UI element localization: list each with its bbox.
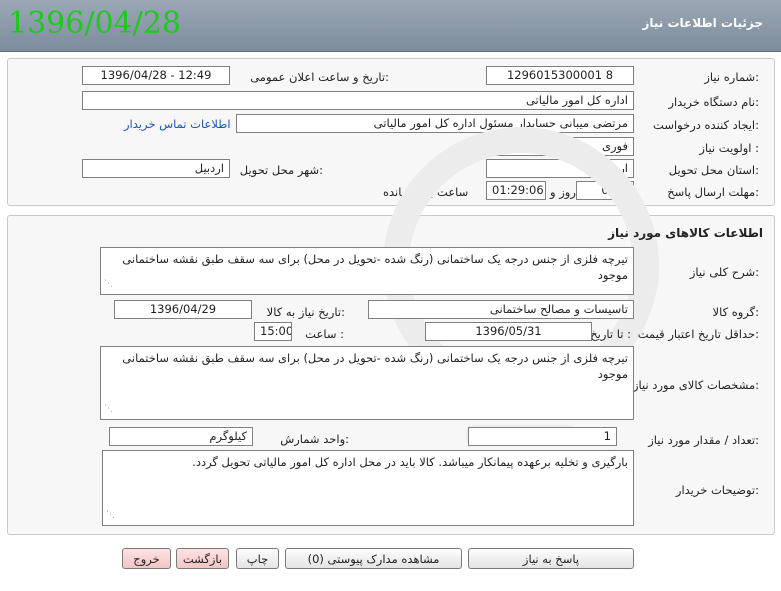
province-label: استان محل تحویل:	[668, 163, 759, 177]
specs-label: مشخصات کالای مورد نیاز:	[632, 378, 759, 392]
back-button[interactable]: بازگشت	[176, 548, 229, 569]
province-field: اردبیل	[486, 159, 634, 178]
resize-grip-icon: ⋰	[104, 279, 113, 289]
buyer-notes-text: بارگیری و تخلیه برعهده پیمانکار میباشد. …	[192, 455, 628, 469]
days-field: 0	[576, 181, 634, 200]
summary-textarea: تیرچه فلزی از جنس درجه یک ساختمانی (رنگ …	[100, 247, 634, 295]
city-label: شهر محل تحویل:	[239, 163, 323, 177]
need-date-field: 1396/04/29	[114, 300, 252, 319]
specs-text: تیرچه فلزی از جنس درجه یک ساختمانی (رنگ …	[122, 351, 628, 381]
need-number-label: شماره نیاز:	[704, 70, 759, 84]
group-label: گروه کالا:	[712, 305, 759, 319]
print-button[interactable]: چاپ	[236, 548, 279, 569]
respond-button[interactable]: پاسخ به نیاز	[468, 548, 634, 569]
announce-field: 1396/04/28 - 12:49	[82, 66, 230, 85]
attachments-button[interactable]: مشاهده مدارک پیوستی (0)	[285, 548, 462, 569]
city-field: اردبیل	[82, 159, 230, 178]
group-field: تاسیسات و مصالح ساختمانی	[368, 300, 634, 319]
specs-textarea: تیرچه فلزی از جنس درجه یک ساختمانی (رنگ …	[100, 346, 634, 420]
time-field: 15:00	[254, 322, 292, 341]
time-label: ساعت :	[305, 327, 344, 341]
buyer-org-field: اداره کل امور مالیاتی	[82, 91, 634, 110]
qty-label: تعداد / مقدار مورد نیاز:	[648, 433, 759, 447]
header-date: 1396/04/28	[8, 6, 181, 41]
buyer-org-label: نام دستگاه خریدار:	[668, 95, 759, 109]
priority-field: فوری	[486, 137, 634, 156]
buyer-contact-link[interactable]: اطلاعات تماس خریدار	[124, 117, 231, 131]
page-title: جزئیات اطلاعات نیاز	[642, 16, 763, 30]
remaining-word: ساعت باقی مانده	[383, 185, 469, 199]
need-number-field: 1296015300001 8	[486, 66, 634, 85]
deadline-label: مهلت ارسال پاسخ:	[667, 185, 759, 199]
need-date-label: تاریخ نیاز به کالا:	[266, 305, 345, 319]
qty-field: 1	[468, 427, 617, 446]
time-left-field: 01:29:06	[486, 181, 546, 200]
requester-label: ایجاد کننده درخواست:	[653, 118, 759, 132]
goods-section-title: اطلاعات کالاهای مورد نیاز	[608, 226, 763, 240]
resize-grip-icon: ⋰	[106, 510, 115, 520]
summary-label: شرح کلی نیاز:	[689, 265, 759, 279]
days-word: روز و	[550, 185, 576, 199]
until-date-label: تا تاریخ :	[590, 327, 631, 341]
exit-button[interactable]: خروج	[122, 548, 171, 569]
announce-label: تاریخ و ساعت اعلان عمومی:	[250, 70, 389, 84]
unit-field: کیلوگرم	[109, 427, 253, 446]
buyer-notes-label: توضیحات خریدار:	[675, 483, 759, 497]
until-date-field: 1396/05/31	[425, 322, 592, 341]
min-validity-label: حداقل تاریخ اعتبار قیمت:	[637, 327, 759, 341]
priority-label: اولویت نیاز :	[699, 141, 759, 155]
requester-field: مرتضی میبانی حسابدار مسئول اداره کل امور…	[236, 114, 634, 133]
summary-text: تیرچه فلزی از جنس درجه یک ساختمانی (رنگ …	[122, 252, 628, 282]
buyer-notes-textarea: بارگیری و تخلیه برعهده پیمانکار میباشد. …	[102, 450, 634, 526]
unit-label: واحد شمارش:	[280, 432, 349, 446]
resize-grip-icon: ⋰	[104, 404, 113, 414]
